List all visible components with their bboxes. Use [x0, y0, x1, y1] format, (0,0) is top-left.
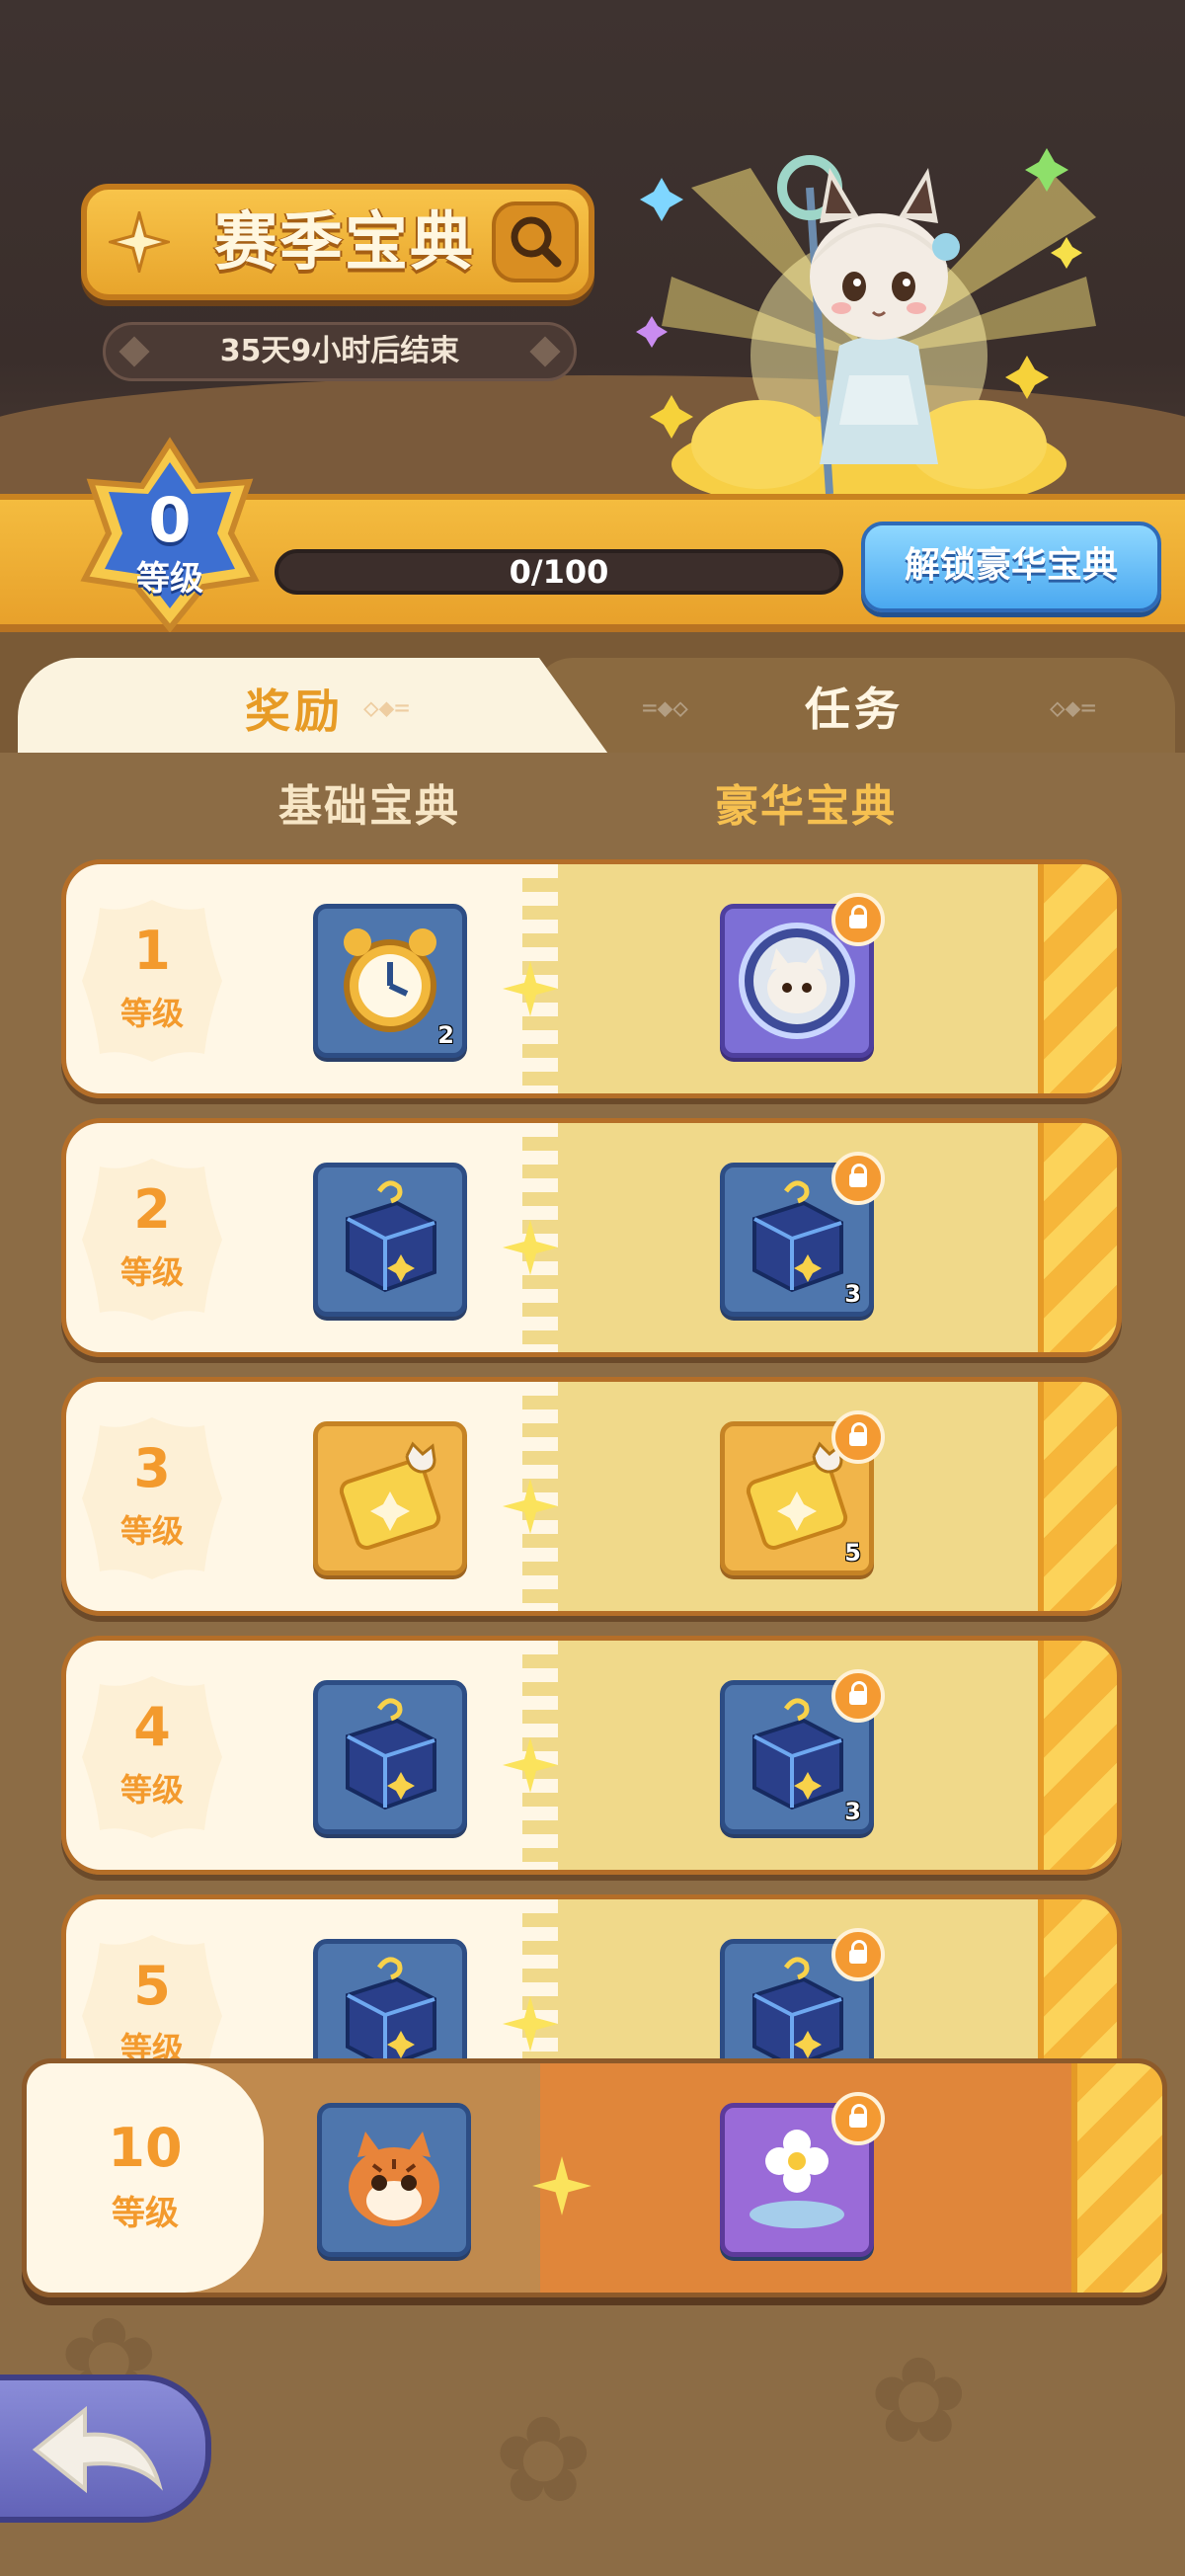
deluxe-reward-item[interactable]: 3	[720, 1669, 885, 1834]
milestone-row[interactable]: 10 等级	[22, 2058, 1167, 2297]
reward-count: 2	[437, 1021, 454, 1049]
row-level-label: 等级	[119, 1771, 184, 1809]
tab-tasks[interactable]: =◆◇ 任务 ◇◆=	[533, 658, 1175, 753]
back-arrow-icon	[32, 2405, 163, 2494]
season-character-illustration	[636, 148, 1096, 514]
row-edge-deco	[1038, 1123, 1117, 1352]
search-icon	[511, 216, 562, 268]
sparkle-icon	[503, 1737, 558, 1793]
sparkle-icon	[532, 2156, 592, 2215]
sparkle-icon	[503, 961, 558, 1016]
diamond-deco-icon	[118, 336, 150, 367]
progress-text: 0/100	[509, 553, 609, 591]
row-level-badge: 4 等级	[78, 1670, 226, 1844]
level-progress-bar: 0/100	[275, 549, 843, 595]
milestone-edge-deco	[1071, 2063, 1162, 2293]
row-level: 1	[133, 920, 171, 982]
lock-icon	[831, 1410, 885, 1464]
lock-icon	[831, 1669, 885, 1723]
column-deluxe-header: 豪华宝典	[715, 781, 897, 832]
column-basic-header: 基础宝典	[278, 781, 460, 832]
tab-rewards[interactable]: 奖励 ◇◆=	[18, 658, 610, 757]
paw-deco-icon: ✿	[494, 2392, 593, 2530]
row-level-label: 等级	[119, 995, 184, 1032]
row-edge-deco	[1038, 1382, 1117, 1611]
basic-reward-item[interactable]	[313, 1680, 467, 1834]
unlock-deluxe-button[interactable]: 解锁豪华宝典	[861, 522, 1161, 612]
deluxe-reward-item[interactable]: 3	[720, 1152, 885, 1317]
search-button[interactable]	[492, 201, 579, 282]
milestone-level-label: 等级	[112, 2194, 179, 2233]
golden-ticket-icon	[339, 1441, 441, 1550]
mystery-box-icon	[346, 1698, 436, 1811]
reward-row[interactable]: 2 等级 3	[61, 1118, 1122, 1357]
reward-row[interactable]: 1 等级 2	[61, 859, 1122, 1098]
lock-icon	[831, 1152, 885, 1205]
tiger-cat-icon	[349, 2132, 439, 2226]
row-edge-deco	[1038, 864, 1117, 1093]
row-level: 2	[133, 1178, 171, 1241]
diamond-deco-icon	[529, 336, 561, 367]
deluxe-reward-item[interactable]: 5	[720, 1410, 885, 1575]
milestone-level: 10	[108, 2117, 183, 2179]
paw-deco-icon: ✿	[869, 2333, 969, 2470]
tab-deco-icon: ◇◆=	[363, 693, 410, 723]
level-badge: 0 等级	[71, 435, 269, 632]
reward-row[interactable]: 4 等级 3	[61, 1636, 1122, 1875]
row-level-label: 等级	[119, 1512, 184, 1550]
season-title-plate: 赛季宝典	[81, 184, 594, 300]
countdown-text: 35天9小时后结束	[219, 334, 460, 368]
row-level-label: 等级	[119, 1253, 184, 1291]
row-level: 3	[133, 1437, 171, 1499]
row-level-badge: 3 等级	[78, 1411, 226, 1585]
back-button[interactable]	[0, 2375, 211, 2523]
row-edge-deco	[1038, 1899, 1117, 2058]
sparkle-icon	[503, 1996, 558, 2052]
level-label: 等级	[136, 559, 203, 599]
mystery-box-icon	[346, 1180, 436, 1293]
sparkle-icon	[503, 1220, 558, 1275]
tab-label: 奖励	[245, 684, 344, 738]
reward-list[interactable]: 1 等级 2 2 等级 3 3 等级 5 4 等级 3 5 等级	[0, 859, 1185, 2058]
milestone-basic-reward[interactable]	[317, 2103, 471, 2257]
lock-icon	[831, 893, 885, 946]
row-level: 4	[133, 1696, 171, 1758]
mystery-box-icon	[346, 1957, 436, 2058]
lock-icon	[831, 2092, 885, 2145]
basic-reward-item[interactable]	[313, 1939, 467, 2058]
row-level-badge: 2 等级	[78, 1153, 226, 1327]
reward-count: 5	[844, 1539, 861, 1567]
row-level: 5	[133, 1955, 171, 2017]
deluxe-reward-item[interactable]	[720, 893, 885, 1058]
row-level-badge: 1 等级	[78, 894, 226, 1068]
page-title: 赛季宝典	[214, 206, 475, 280]
season-countdown: 35天9小时后结束	[103, 322, 577, 381]
basic-reward-item[interactable]	[313, 1421, 467, 1575]
deluxe-reward-item[interactable]	[720, 1928, 885, 2058]
lock-icon	[831, 1928, 885, 1981]
milestone-deluxe-reward[interactable]	[720, 2092, 885, 2257]
tab-deco-icon: ◇◆=	[1050, 693, 1096, 723]
reward-row[interactable]: 5 等级	[61, 1894, 1122, 2058]
sparkle-icon	[109, 211, 170, 273]
current-level: 0	[148, 484, 192, 556]
reward-count: 3	[844, 1280, 861, 1308]
row-level-badge: 5 等级	[78, 1929, 226, 2058]
row-level-label: 等级	[119, 2030, 184, 2058]
reward-row[interactable]: 3 等级 5	[61, 1377, 1122, 1616]
basic-reward-item[interactable]: 2	[313, 904, 467, 1058]
row-edge-deco	[1038, 1641, 1117, 1870]
basic-reward-item[interactable]	[313, 1163, 467, 1317]
sparkle-icon	[503, 1479, 558, 1534]
reward-count: 3	[844, 1798, 861, 1825]
